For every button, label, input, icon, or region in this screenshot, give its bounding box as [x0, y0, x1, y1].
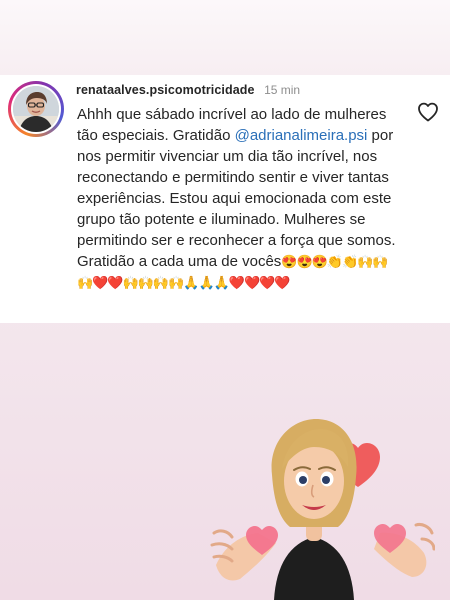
- timestamp: 15 min: [264, 83, 301, 97]
- comment-text-end: por nos permitir vivenciar um dia tão in…: [77, 127, 396, 270]
- avatar[interactable]: [8, 81, 64, 137]
- like-button[interactable]: [416, 100, 440, 124]
- username[interactable]: renataalves.psicomotricidade: [76, 83, 255, 97]
- heart-outline-icon: [418, 102, 438, 122]
- avatar-photo: [13, 86, 59, 132]
- avatar-sticker: [210, 419, 435, 600]
- avatar-portrait: [13, 86, 59, 132]
- top-background: [0, 0, 450, 75]
- comment-card: renataalves.psicomotricidade 15 min Ahhh…: [0, 75, 450, 323]
- comment-text: Ahhh que sábado incrível ao lado de mulh…: [77, 104, 397, 293]
- comment-header: renataalves.psicomotricidade 15 min: [76, 81, 416, 99]
- mention-link[interactable]: @adrianalimeira.psi: [235, 127, 368, 144]
